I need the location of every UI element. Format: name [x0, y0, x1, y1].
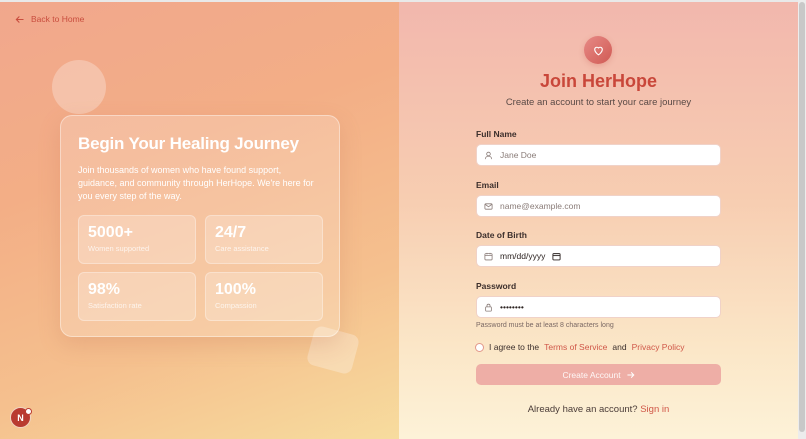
password-input[interactable]: ••••••••	[476, 296, 721, 318]
create-account-button[interactable]: Create Account	[476, 364, 721, 385]
signin-link[interactable]: Sign in	[640, 404, 669, 415]
stat-card: 100% Compassion	[205, 272, 323, 321]
full-name-label: Full Name	[476, 129, 517, 139]
terms-link[interactable]: Terms of Service	[544, 342, 607, 352]
calendar-icon	[484, 252, 493, 260]
terms-checkbox[interactable]	[475, 342, 484, 352]
scrollbar-track[interactable]	[798, 0, 806, 439]
hero-card: Begin Your Healing Journey Join thousand…	[60, 115, 340, 337]
arrow-right-icon	[626, 371, 635, 378]
hero-title: Begin Your Healing Journey	[78, 134, 299, 153]
stat-card: 98% Satisfaction rate	[78, 272, 196, 321]
agree-prefix: I agree to the	[489, 342, 540, 352]
user-icon	[484, 151, 493, 159]
create-account-label: Create Account	[562, 369, 621, 380]
stat-card: 5000+ Women supported	[78, 215, 196, 264]
password-label: Password	[476, 281, 517, 291]
dob-value: mm/dd/yyyy	[500, 251, 546, 261]
password-hint: Password must be at least 8 characters l…	[476, 322, 614, 329]
decorative-circle	[52, 60, 106, 114]
lock-icon	[485, 303, 492, 312]
brand-logo	[584, 36, 612, 64]
dob-label: Date of Birth	[476, 230, 527, 240]
scrollbar-thumb[interactable]	[799, 2, 805, 432]
arrow-left-icon	[15, 15, 24, 23]
hero-description: Join thousands of women who have found s…	[78, 165, 314, 201]
stat-label: Women supported	[88, 244, 150, 253]
stat-value: 100%	[215, 281, 256, 298]
dob-input[interactable]: mm/dd/yyyy	[476, 245, 721, 267]
password-value: ••••••••	[500, 302, 524, 312]
stats-grid: 5000+ Women supported 24/7 Care assistan…	[78, 215, 323, 321]
email-label: Email	[476, 180, 499, 190]
top-border	[0, 0, 798, 2]
email-placeholder: name@example.com	[500, 201, 581, 211]
full-name-input[interactable]: Jane Doe	[476, 144, 721, 166]
form-title: Join HerHope	[539, 71, 658, 91]
mail-icon	[484, 202, 493, 210]
stat-value: 24/7	[215, 224, 247, 241]
stat-value: 5000+	[88, 224, 133, 241]
email-input[interactable]: name@example.com	[476, 195, 721, 217]
back-link-label: Back to Home	[31, 14, 85, 24]
privacy-link[interactable]: Privacy Policy	[632, 342, 685, 352]
stat-value: 98%	[88, 281, 121, 298]
notification-dot	[25, 408, 32, 415]
full-name-placeholder: Jane Doe	[500, 150, 537, 160]
stat-label: Compassion	[215, 301, 257, 310]
left-panel: Back to Home Begin Your Healing Journey …	[0, 0, 399, 439]
date-picker-icon[interactable]	[552, 252, 561, 261]
heart-icon	[593, 46, 603, 55]
stat-label: Care assistance	[215, 244, 269, 253]
stat-label: Satisfaction rate	[88, 301, 142, 310]
terms-agreement: I agree to the Terms of Service and Priv…	[475, 342, 684, 352]
agree-and: and	[612, 342, 627, 352]
back-to-home-link[interactable]: Back to Home	[15, 14, 84, 24]
signin-row: Already have an account? Sign in	[399, 404, 798, 415]
form-subtitle: Create an account to start your care jou…	[505, 97, 692, 108]
signin-prompt: Already have an account?	[527, 404, 638, 415]
stat-card: 24/7 Care assistance	[205, 215, 323, 264]
